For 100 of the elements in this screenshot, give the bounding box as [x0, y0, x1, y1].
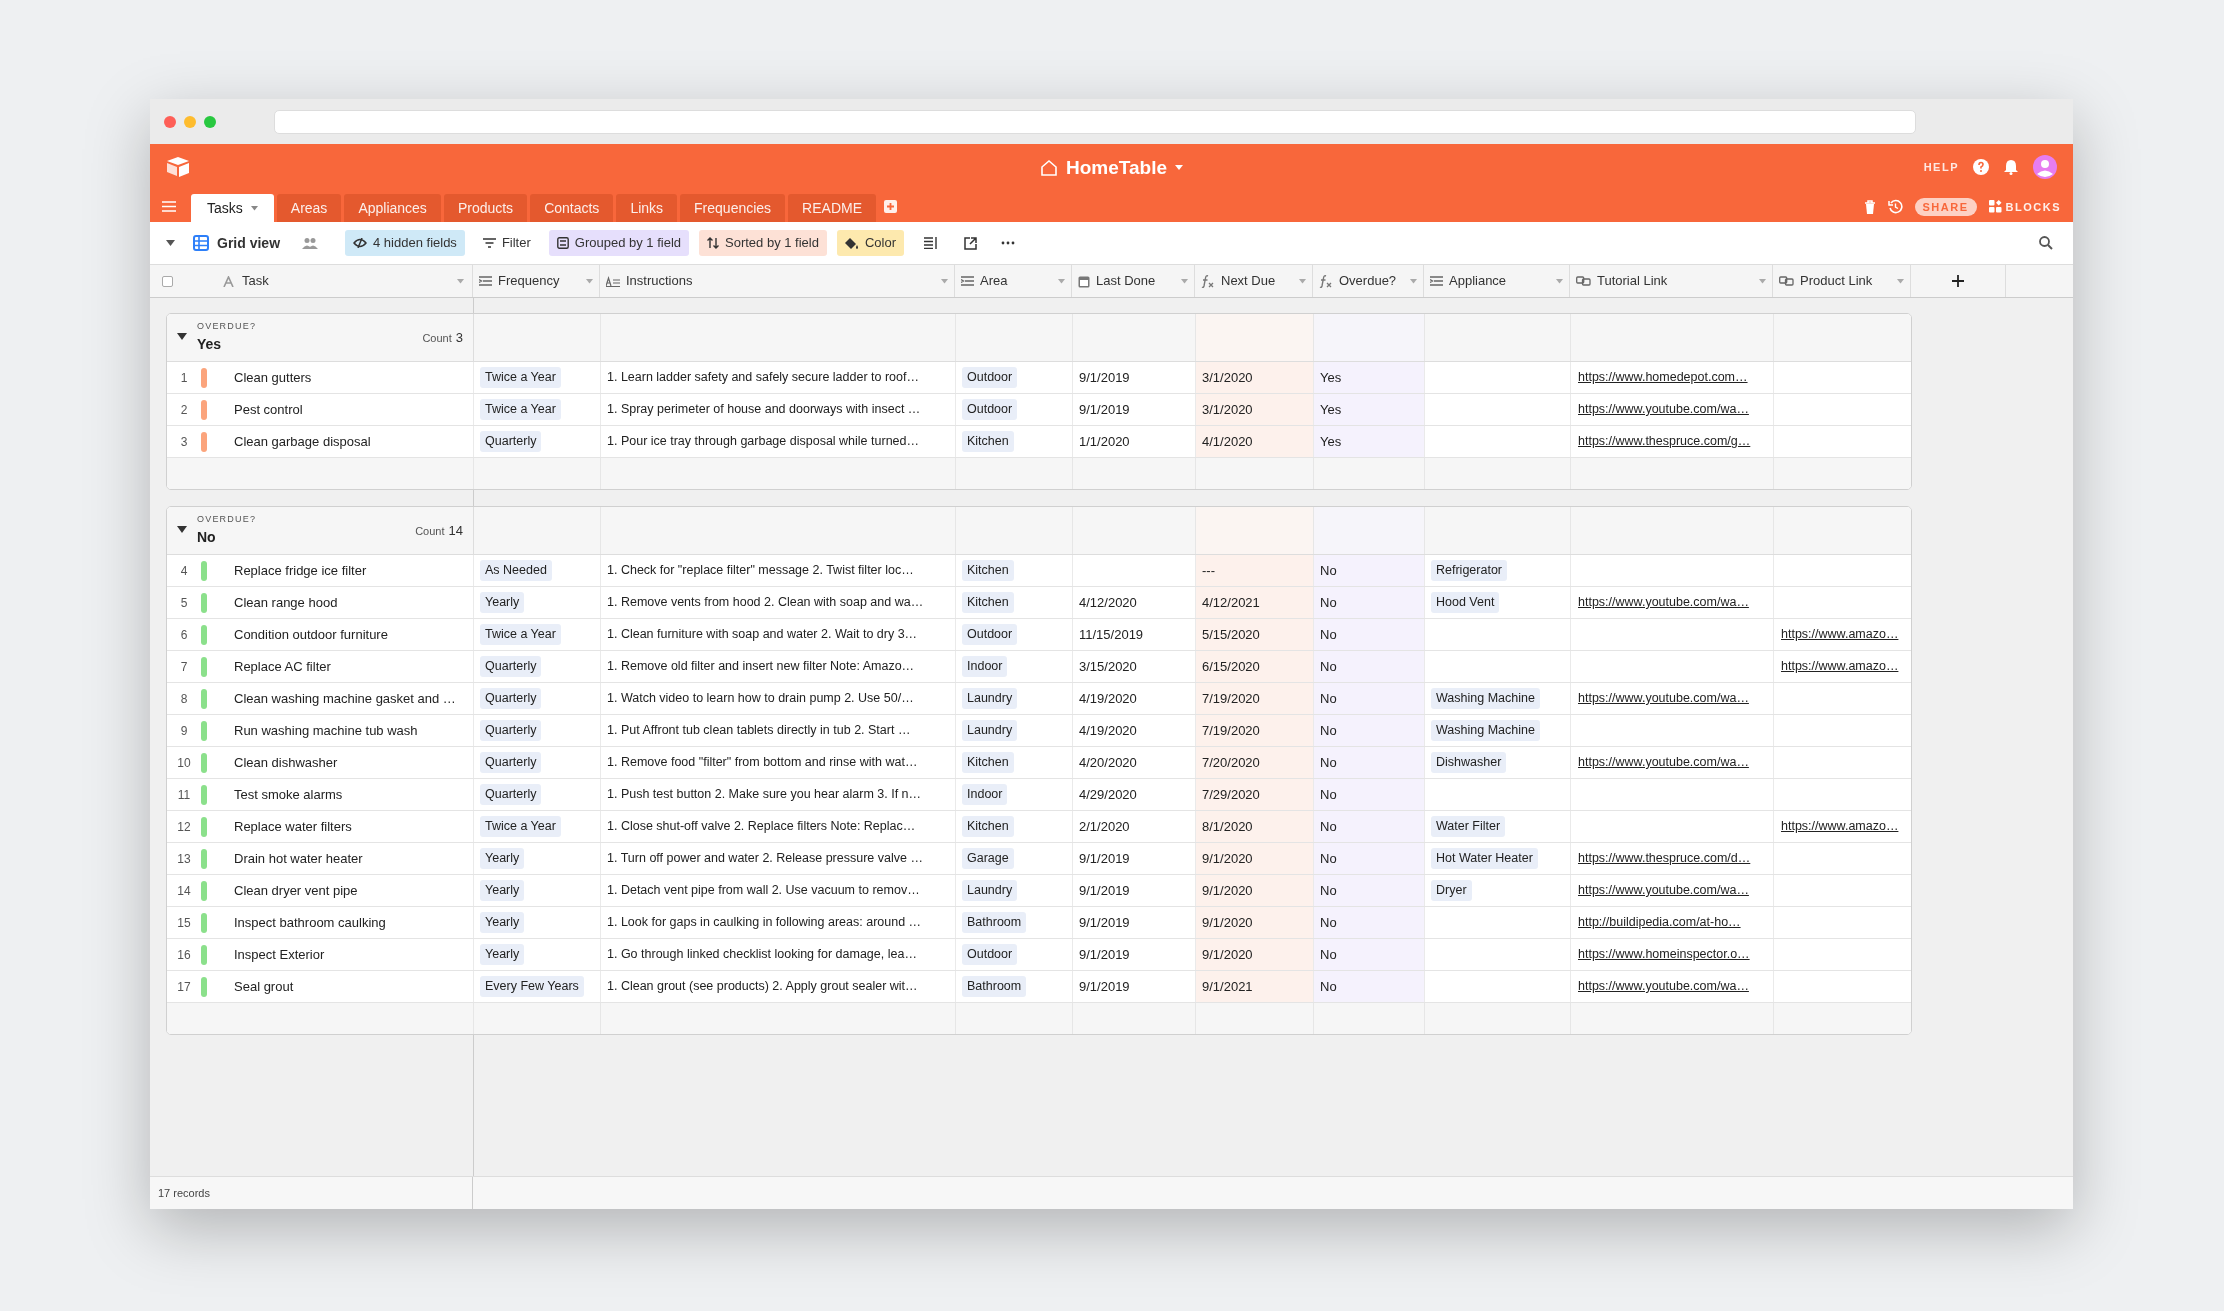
- url-link[interactable]: https://www.amazo…: [1780, 657, 1899, 676]
- dropdown-caret-icon[interactable]: [941, 278, 948, 284]
- paint-bucket-icon: [844, 236, 859, 250]
- count-label: Count: [415, 523, 445, 539]
- toolbar-button[interactable]: Color: [836, 230, 905, 256]
- task-name: Drain hot water heater: [234, 849, 363, 868]
- dropdown-caret-icon[interactable]: [1299, 278, 1306, 284]
- frequency-tag: Yearly: [480, 592, 525, 613]
- table-cell: 6/15/2020: [1196, 651, 1314, 682]
- trash-icon[interactable]: [1863, 199, 1876, 214]
- table-cell: 1. Detach vent pipe from wall 2. Use vacuum to remov…: [601, 875, 956, 906]
- url-link[interactable]: https://www.youtube.com/wa…: [1577, 977, 1749, 996]
- url-link[interactable]: https://www.youtube.com/wa…: [1577, 881, 1749, 900]
- blocks-icon[interactable]: [1988, 200, 2002, 214]
- group-field-label: OVERDUE?: [197, 319, 257, 333]
- dropdown-caret-icon[interactable]: [1181, 278, 1188, 284]
- share-view-icon[interactable]: [964, 236, 978, 250]
- notification-bell-icon[interactable]: [2003, 159, 2019, 175]
- toolbar-button[interactable]: Sorted by 1 field: [699, 230, 827, 256]
- column-header[interactable]: Appliance: [1424, 265, 1570, 297]
- task-name: Run washing machine tub wash: [234, 721, 418, 740]
- frequency-tag: Quarterly: [480, 752, 542, 773]
- column-header[interactable]: Last Done: [1072, 265, 1195, 297]
- row-number: 2: [179, 401, 189, 419]
- task-name: Replace fridge ice filter: [234, 561, 367, 580]
- column-header[interactable]: Frequency: [473, 265, 600, 297]
- table-cell: 9/1/2021: [1196, 971, 1314, 1002]
- history-icon[interactable]: [1887, 199, 1903, 215]
- filter-icon: [482, 238, 496, 248]
- task-name: Replace water filters: [234, 817, 352, 836]
- frequency-tag: As Needed: [480, 560, 552, 581]
- task-name: Pest control: [234, 400, 303, 419]
- logo-icon[interactable]: [166, 156, 190, 178]
- dropdown-caret-icon[interactable]: [1897, 278, 1904, 284]
- dropdown-caret-icon[interactable]: [1556, 278, 1563, 284]
- toolbar-button[interactable]: 4 hidden fields: [345, 230, 465, 256]
- table-cell: 4/1/2020: [1196, 426, 1314, 457]
- toolbar-button[interactable]: Filter: [474, 230, 539, 256]
- table-cell: No: [1314, 555, 1425, 586]
- url-link[interactable]: https://www.amazo…: [1780, 817, 1899, 836]
- column-header[interactable]: Overdue?: [1313, 265, 1424, 297]
- menu-icon[interactable]: [162, 201, 176, 212]
- text-field-icon: [223, 275, 234, 287]
- table-cell: 7/29/2020: [1196, 779, 1314, 810]
- more-icon[interactable]: [1001, 241, 1016, 245]
- column-header[interactable]: Next Due: [1195, 265, 1313, 297]
- url-link[interactable]: http://buildipedia.com/at-ho…: [1577, 913, 1741, 932]
- add-table-icon[interactable]: [884, 200, 897, 213]
- search-icon[interactable]: [2039, 236, 2053, 250]
- caret-icon[interactable]: [1175, 165, 1183, 172]
- area-tag: Outdoor: [962, 624, 1018, 645]
- column-header[interactable]: Instructions: [600, 265, 955, 297]
- task-name: Seal grout: [234, 977, 294, 996]
- table-cell: 7/19/2020: [1196, 715, 1314, 746]
- area-tag: Laundry: [962, 688, 1018, 709]
- url-link[interactable]: https://www.youtube.com/wa…: [1577, 400, 1749, 419]
- url-link[interactable]: https://www.amazo…: [1780, 625, 1899, 644]
- table-cell: 9/1/2020: [1196, 939, 1314, 970]
- url-link[interactable]: https://www.youtube.com/wa…: [1577, 593, 1749, 612]
- dropdown-caret-icon[interactable]: [1410, 278, 1417, 284]
- column-header[interactable]: Area: [955, 265, 1072, 297]
- row-number: 4: [179, 562, 189, 580]
- long-text-field-icon: [606, 275, 620, 287]
- url-link[interactable]: https://www.homedepot.com…: [1577, 368, 1748, 387]
- people-icon[interactable]: [302, 237, 319, 249]
- caret-icon[interactable]: [250, 205, 258, 211]
- view-name[interactable]: Grid view: [217, 232, 281, 254]
- column-header[interactable]: Product Link: [1773, 265, 1911, 297]
- calendar-icon: [1078, 274, 1090, 288]
- table-cell: No: [1314, 651, 1425, 682]
- task-name: Inspect Exterior: [234, 945, 325, 964]
- column-header[interactable]: Task: [150, 265, 473, 297]
- collapse-caret-icon[interactable]: [166, 239, 175, 247]
- select-all-checkbox[interactable]: [162, 275, 173, 287]
- table-cell: 1. Go through linked checklist looking for damage, lea…: [601, 939, 956, 970]
- table-tab[interactable]: Tasks: [191, 194, 274, 222]
- row-height-icon[interactable]: [924, 237, 939, 249]
- help-icon[interactable]: [1973, 159, 1989, 175]
- row-number: 12: [176, 818, 192, 836]
- table-cell: 1. Turn off power and water 2. Release pressure valve …: [601, 843, 956, 874]
- column-header[interactable]: Tutorial Link: [1570, 265, 1773, 297]
- area-tag: Indoor: [962, 784, 1008, 805]
- dropdown-caret-icon[interactable]: [1058, 278, 1065, 284]
- avatar-icon[interactable]: [2033, 155, 2057, 179]
- dropdown-caret-icon[interactable]: [586, 278, 593, 284]
- dropdown-caret-icon[interactable]: [457, 278, 464, 284]
- table-cell: 3/1/2020: [1196, 394, 1314, 425]
- url-link[interactable]: https://www.homeinspector.o…: [1577, 945, 1750, 964]
- appliance-tag: Hot Water Heater: [1431, 848, 1538, 869]
- area-tag: Outdoor: [962, 399, 1018, 420]
- table-cell: 1. Pour ice tray through garbage disposal while turned…: [601, 426, 956, 457]
- url-link[interactable]: https://www.youtube.com/wa…: [1577, 753, 1749, 772]
- url-link[interactable]: https://www.thespruce.com/g…: [1577, 432, 1751, 451]
- url-link[interactable]: https://www.thespruce.com/d…: [1577, 849, 1751, 868]
- dropdown-caret-icon[interactable]: [1759, 278, 1766, 284]
- frequency-tag: Yearly: [480, 912, 525, 933]
- table-cell: 8/1/2020: [1196, 811, 1314, 842]
- task-name: Inspect bathroom caulking: [234, 913, 386, 932]
- toolbar-button[interactable]: Grouped by 1 field: [548, 230, 689, 256]
- url-link[interactable]: https://www.youtube.com/wa…: [1577, 689, 1749, 708]
